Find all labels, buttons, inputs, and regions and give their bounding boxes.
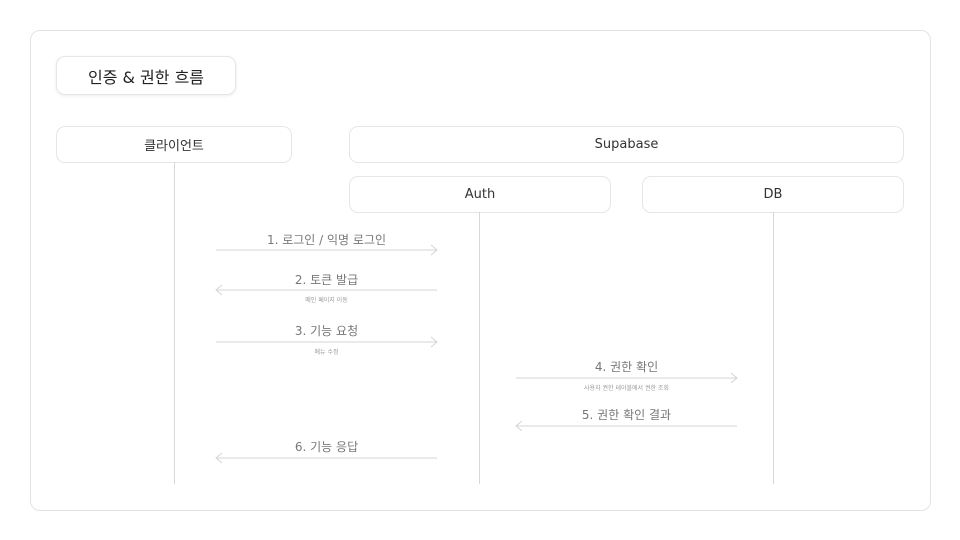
- participant-db: DB: [642, 176, 904, 213]
- message-note: 사용자 권한 테이블에서 권한 조회: [584, 385, 669, 392]
- participant-auth: Auth: [349, 176, 611, 213]
- lifeline-auth: [479, 212, 480, 484]
- participant-client: 클라이언트: [56, 126, 292, 163]
- message-label: 3. 기능 요청: [294, 324, 359, 338]
- message-note: 메인 페이지 이동: [305, 297, 348, 304]
- diagram-title: 인증 & 권한 흐름: [56, 56, 236, 95]
- message-label: 6. 기능 응답: [294, 440, 359, 454]
- arrow-left-icon: [215, 284, 437, 296]
- message-label: 2. 토큰 발급: [294, 273, 359, 287]
- message-note: 메뉴 수정: [314, 349, 339, 356]
- lifeline-db: [773, 212, 774, 484]
- arrow-left-icon: [215, 452, 437, 464]
- participant-supabase: Supabase: [349, 126, 904, 163]
- lifeline-client: [174, 162, 175, 484]
- arrow-right-icon: [516, 372, 738, 384]
- arrow-right-icon: [216, 244, 438, 256]
- message-label: 4. 권한 확인: [594, 360, 659, 374]
- message-label: 1. 로그인 / 익명 로그인: [266, 233, 387, 247]
- arrow-right-icon: [216, 336, 438, 348]
- message-label: 5. 권한 확인 결과: [581, 408, 672, 422]
- diagram-frame: [30, 30, 931, 511]
- arrow-left-icon: [515, 420, 737, 432]
